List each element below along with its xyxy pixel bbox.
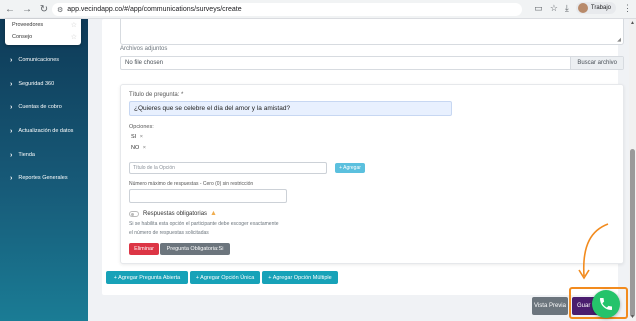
sidebar-item-label: Cuentas de cobro [18, 104, 62, 110]
required-toggle[interactable] [129, 210, 139, 217]
browser-actions: ▭ ☆ ⤓ Trabajo ⋮ [534, 2, 632, 14]
star-icon[interactable]: ☆ [71, 33, 77, 41]
menu-dots-icon[interactable]: ⋮ [623, 3, 632, 14]
required-help-text: Si se habilita esta opción el participan… [129, 221, 279, 227]
site-info-icon[interactable]: ⚙ [57, 6, 63, 14]
bookmark-star-icon[interactable]: ☆ [550, 3, 558, 14]
profile-name: Trabajo [590, 5, 611, 11]
description-textarea[interactable]: ◢ [120, 19, 624, 45]
sidebar-item-comunicaciones[interactable]: › Comunicaciones [10, 55, 59, 65]
browse-file-button[interactable]: Buscar archivo [570, 57, 623, 69]
question-title-label: Título de pregunta: * [129, 92, 184, 98]
sidebar-dropdown: Proveedores ☆ Consejo ☆ [5, 19, 81, 45]
dropdown-item-proveedores[interactable]: Proveedores ☆ [5, 19, 81, 31]
file-input[interactable]: No file chosen Buscar archivo [120, 56, 624, 70]
chevron-right-icon: › [10, 103, 13, 111]
max-responses-label: Número máximo de respuestas - Cero (0) s… [129, 181, 254, 187]
page-scrollbar[interactable]: ▲ ▼ [629, 19, 636, 321]
annotation-arrow-icon [578, 223, 609, 280]
sidebar-item-label: Actualización de datos [18, 128, 74, 134]
reload-icon[interactable]: ↻ [37, 2, 51, 16]
sidebar-item-seguridad[interactable]: › Seguridad 360 [10, 79, 54, 89]
dropdown-item-label: Consejo [12, 34, 33, 40]
cast-icon[interactable]: ▭ [534, 3, 543, 14]
options-label: Opciones: [129, 124, 154, 130]
add-multiple-option-button[interactable]: + Agregar Opción Múltiple [262, 271, 338, 284]
add-open-question-button[interactable]: + Agregar Pregunta Abierta [106, 271, 188, 284]
back-icon[interactable]: ← [3, 2, 17, 16]
chevron-right-icon: › [10, 127, 13, 135]
preview-button[interactable]: Vista Previa [532, 297, 568, 315]
warning-icon: ▲ [210, 210, 217, 217]
attachments-label: Archivos adjuntos [120, 46, 168, 52]
forward-icon[interactable]: → [20, 2, 34, 16]
chevron-right-icon: › [10, 56, 13, 64]
sidebar-item-label: Reportes Generales [18, 175, 68, 181]
resize-handle-icon[interactable]: ◢ [617, 37, 621, 43]
sidebar-item-cuentas[interactable]: › Cuentas de cobro [10, 102, 62, 112]
dropdown-item-label: Proveedores [12, 22, 44, 28]
avatar [577, 3, 588, 13]
option-label: SI [131, 134, 137, 140]
main-content: ◢ Archivos adjuntos No file chosen Busca… [88, 19, 629, 321]
required-help-text: el número de respuestas solicitadas [129, 230, 209, 236]
chevron-right-icon: › [10, 80, 13, 88]
remove-option-icon[interactable]: × [140, 134, 143, 140]
sidebar-item-label: Tienda [18, 152, 35, 158]
sidebar-item-actualizacion[interactable]: › Actualización de datos [10, 126, 73, 136]
chevron-right-icon: › [10, 151, 13, 159]
add-option-button[interactable]: + Agregar [335, 163, 365, 173]
browser-toolbar: ← → ↻ ⚙ app.vecindapp.co/#/app/communica… [0, 0, 636, 19]
option-item: NO × [131, 145, 146, 151]
required-question-button[interactable]: Pregunta Obligatoria:Si [160, 243, 230, 255]
scroll-up-icon[interactable]: ▲ [630, 20, 635, 26]
remove-option-icon[interactable]: × [143, 145, 146, 151]
max-responses-input[interactable] [129, 189, 287, 203]
dropdown-item-consejo[interactable]: Consejo ☆ [5, 31, 81, 43]
option-item: SI × [131, 134, 143, 140]
question-title-input[interactable]: ¿Quieres que se celebre el día del amor … [129, 101, 452, 116]
question-card: Título de pregunta: * ¿Quieres que se ce… [120, 84, 624, 264]
sidebar-item-label: Comunicaciones [18, 57, 60, 63]
url-text: app.vecindapp.co/#/app/communications/su… [67, 6, 242, 13]
survey-form-card: ◢ Archivos adjuntos No file chosen Busca… [102, 19, 624, 295]
chevron-right-icon: › [10, 174, 13, 182]
required-toggle-label: Respuestas obligatorias [143, 210, 208, 217]
download-icon[interactable]: ⤓ [565, 3, 569, 14]
phone-icon [600, 298, 612, 310]
option-title-input[interactable]: Título de la Opción [129, 162, 327, 174]
option-label: NO [131, 145, 140, 151]
sidebar-item-reportes[interactable]: › Reportes Generales [10, 173, 68, 183]
star-icon[interactable]: ☆ [71, 21, 77, 29]
delete-question-button[interactable]: Eliminar [129, 243, 159, 255]
address-bar[interactable]: ⚙ app.vecindapp.co/#/app/communications/… [52, 3, 522, 16]
sidebar-item-tienda[interactable]: › Tienda [10, 150, 35, 160]
add-single-option-button[interactable]: + Agregar Opción Única [190, 271, 260, 284]
file-input-text: No file chosen [125, 60, 164, 66]
required-toggle-row: Respuestas obligatorias ▲ [129, 210, 217, 217]
scrollbar-thumb[interactable] [630, 149, 635, 317]
whatsapp-chat-button[interactable] [592, 290, 620, 318]
scroll-down-icon[interactable]: ▼ [630, 314, 635, 320]
sidebar: Proveedores ☆ Consejo ☆ › Comunicaciones… [0, 19, 88, 321]
sidebar-item-label: Seguridad 360 [18, 81, 55, 87]
profile-chip[interactable]: Trabajo [575, 2, 616, 14]
